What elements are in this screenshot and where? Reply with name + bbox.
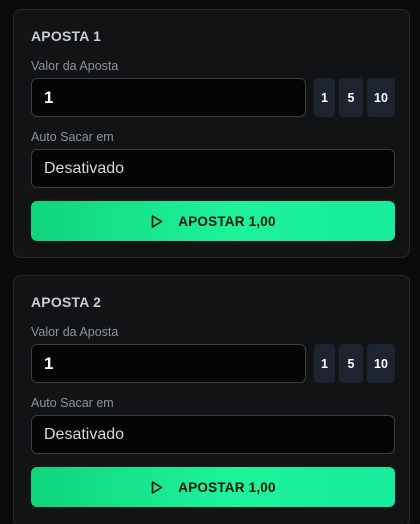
quick-amount-10-button[interactable]: 10	[367, 344, 395, 383]
play-icon	[150, 214, 164, 228]
quick-amount-10-button[interactable]: 10	[367, 78, 395, 117]
place-bet-button-label: APOSTAR 1,00	[178, 479, 276, 495]
bet-amount-input[interactable]	[31, 344, 306, 383]
bet-panels: APOSTA 1 Valor da Aposta 1 5 10 Auto Sac…	[0, 0, 420, 524]
quick-amount-1-button[interactable]: 1	[314, 78, 335, 117]
bet-amount-input[interactable]	[31, 78, 306, 117]
bet-amount-label: Valor da Aposta	[31, 325, 119, 339]
bet-panel-1: APOSTA 1 Valor da Aposta 1 5 10 Auto Sac…	[13, 9, 410, 258]
quick-amount-1-button[interactable]: 1	[314, 344, 335, 383]
place-bet-button-label: APOSTAR 1,00	[178, 213, 276, 229]
play-icon	[150, 480, 164, 494]
bet-amount-label: Valor da Aposta	[31, 59, 119, 73]
place-bet-button[interactable]: APOSTAR 1,00	[31, 467, 395, 507]
quick-amount-5-button[interactable]: 5	[339, 344, 363, 383]
bet-panel-title: APOSTA 1	[31, 28, 102, 44]
bet-panel-title: APOSTA 2	[31, 294, 102, 310]
quick-amount-5-button[interactable]: 5	[339, 78, 363, 117]
auto-cashout-input[interactable]	[31, 149, 395, 188]
place-bet-button[interactable]: APOSTAR 1,00	[31, 201, 395, 241]
auto-cashout-label: Auto Sacar em	[31, 130, 114, 144]
bet-panel-2: APOSTA 2 Valor da Aposta 1 5 10 Auto Sac…	[13, 275, 410, 524]
auto-cashout-label: Auto Sacar em	[31, 396, 114, 410]
auto-cashout-input[interactable]	[31, 415, 395, 454]
